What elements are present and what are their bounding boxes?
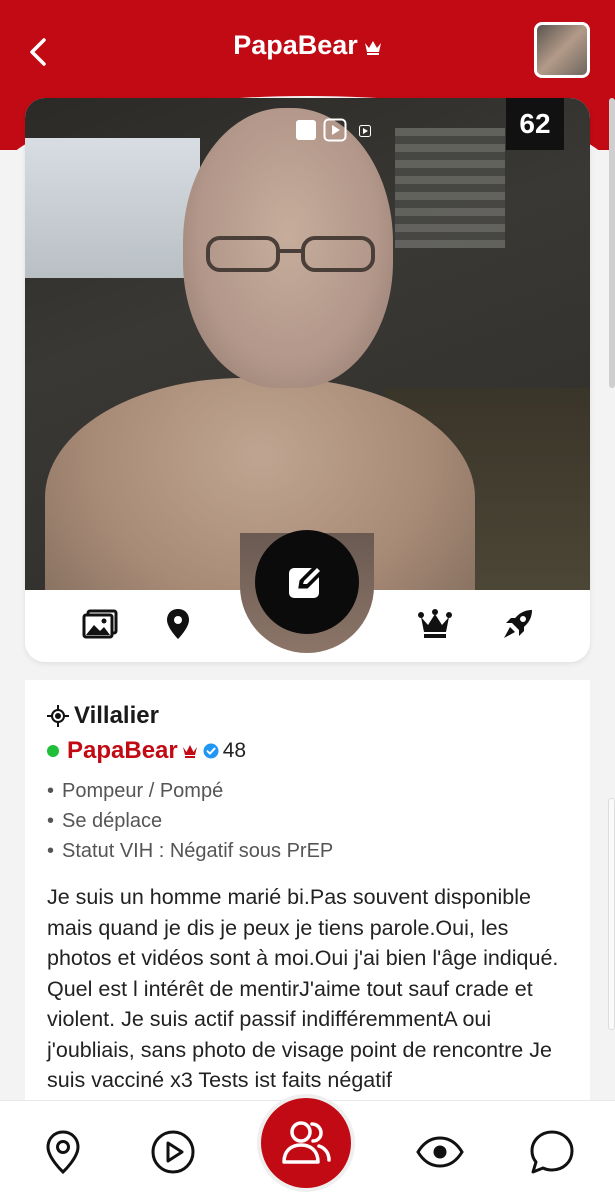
- location-target-icon: [47, 705, 69, 727]
- city-row: Villalier: [47, 700, 568, 732]
- nav-map[interactable]: [38, 1127, 88, 1177]
- profile-card: 62: [25, 98, 590, 662]
- photo-subject-glasses: [206, 236, 375, 272]
- media-indicators: [295, 118, 371, 147]
- edit-icon: [289, 562, 326, 598]
- city-name: Villalier: [74, 702, 159, 729]
- edit-profile-button[interactable]: [255, 530, 359, 634]
- images-icon: [82, 609, 118, 639]
- users-icon: [282, 1121, 331, 1164]
- profile-tags: Pompeur / Pompé Se déplace Statut VIH : …: [47, 776, 568, 866]
- map-pin-icon: [46, 1130, 80, 1174]
- tag-item: Statut VIH : Négatif sous PrEP: [47, 836, 568, 866]
- eye-icon: [416, 1136, 464, 1168]
- crown-icon: [364, 31, 382, 62]
- rocket-icon: [504, 610, 532, 638]
- photo-background-shelf: [395, 128, 505, 248]
- photo-background-wall: [25, 138, 200, 278]
- nav-messages[interactable]: [527, 1127, 577, 1177]
- profile-photo[interactable]: 62: [25, 98, 590, 590]
- username: PapaBear: [67, 737, 178, 764]
- location-button[interactable]: [158, 604, 198, 644]
- play-circle-icon: [151, 1130, 195, 1174]
- age: 48: [222, 739, 247, 762]
- online-status-dot: [47, 745, 59, 757]
- boost-button[interactable]: [498, 604, 538, 644]
- page-title-text: PapaBear: [233, 30, 358, 60]
- chat-bubble-icon: [530, 1130, 574, 1174]
- nav-videos[interactable]: [148, 1127, 198, 1177]
- video-small-indicator-icon: [359, 124, 371, 142]
- profile-description: Je suis un homme marié bi.Pas souvent di…: [47, 885, 559, 1092]
- tag-item: Pompeur / Pompé: [47, 776, 568, 806]
- gallery-button[interactable]: [80, 604, 120, 644]
- map-pin-icon: [167, 609, 189, 639]
- page-scrollbar[interactable]: [609, 98, 615, 388]
- photo-indicator-icon: [295, 119, 317, 146]
- nav-visitors[interactable]: [415, 1127, 465, 1177]
- verified-icon: [203, 743, 219, 759]
- premium-button[interactable]: [415, 604, 455, 644]
- name-row: PapaBear 48: [47, 734, 568, 768]
- photo-counter: 62: [506, 98, 564, 150]
- nav-community-button[interactable]: [257, 1094, 355, 1192]
- content-scrollbar[interactable]: [608, 798, 615, 1030]
- avatar[interactable]: [534, 22, 590, 78]
- crown-icon: [182, 744, 198, 758]
- tag-item: Se déplace: [47, 806, 568, 836]
- page-title: PapaBear: [0, 30, 615, 62]
- crown-icon: [418, 609, 452, 638]
- video-indicator-icon: [323, 118, 347, 147]
